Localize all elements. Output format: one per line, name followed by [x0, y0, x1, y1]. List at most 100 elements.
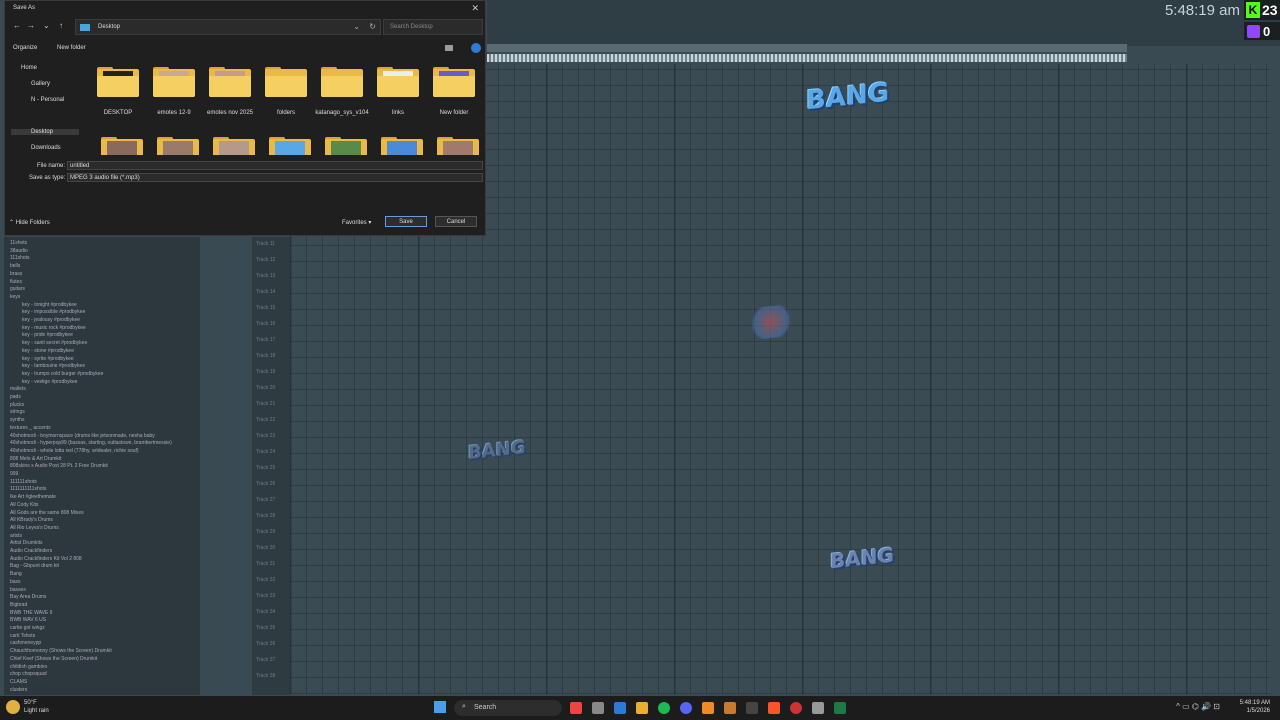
taskbar-search[interactable]: ⌕ Search	[454, 700, 562, 716]
browser-item[interactable]: 808 Melo & Art Drumkit	[10, 456, 61, 462]
excel-icon[interactable]	[834, 702, 846, 714]
browser-item[interactable]: Chauchhomonny (Shows the Screen) Drumkit	[10, 648, 112, 654]
favorites-button[interactable]: Favorites ▾	[342, 219, 371, 226]
browser-item[interactable]: 1111111111shots	[10, 486, 46, 492]
file-explorer-icon[interactable]	[636, 702, 648, 714]
browser-item[interactable]: Audio Crackfinders Kit Vol 2 808	[10, 556, 82, 562]
system-tray-icons[interactable]: ^ ▭ ⌬ 🔊 ⊡	[1176, 702, 1220, 711]
nav-item-onedrive[interactable]: N - Personal	[11, 97, 64, 103]
browser-item[interactable]: 40shotmodi - boymornspace (drums like je…	[10, 433, 155, 439]
browser-item[interactable]: key - pride #prodbykee	[22, 332, 73, 338]
track-label[interactable]: Track 24	[256, 449, 275, 455]
browser-item[interactable]: Bag - Gbpunt drum kit	[10, 563, 59, 569]
browser-item[interactable]: All Cody Kits	[10, 502, 38, 508]
track-label[interactable]: Track 13	[256, 273, 275, 279]
nav-item-home[interactable]: Home	[11, 65, 37, 71]
browser-item[interactable]: key - santi secret #prodbykee	[22, 340, 87, 346]
browser-item[interactable]: clusters	[10, 687, 27, 693]
browser-item[interactable]: All KBrady's Drums	[10, 517, 53, 523]
brave-icon[interactable]	[768, 702, 780, 714]
close-icon[interactable]: ✕	[471, 3, 479, 14]
browser-item[interactable]: CLAMS	[10, 679, 27, 685]
track-label[interactable]: Track 14	[256, 289, 275, 295]
folder-item[interactable]	[265, 67, 307, 97]
browser-item[interactable]: plucks	[10, 402, 24, 408]
track-label[interactable]: Track 31	[256, 561, 275, 567]
browser-item[interactable]: All Gods are the same 808 Mixes	[10, 510, 84, 516]
discord-icon[interactable]	[680, 702, 692, 714]
folder-item[interactable]	[209, 67, 251, 97]
browser-item[interactable]: 11shots	[10, 240, 27, 246]
track-label[interactable]: Track 30	[256, 545, 275, 551]
windows-start-icon[interactable]	[434, 701, 446, 713]
track-label[interactable]: Track 38	[256, 673, 275, 679]
browser-item[interactable]: key - syrite #prodbykee	[22, 356, 74, 362]
folder-item[interactable]	[381, 137, 423, 155]
browser-item[interactable]: 999	[10, 471, 18, 477]
browser-item[interactable]: 40shotmodi - whole lotta red (778hy, art…	[10, 448, 139, 454]
taskbar-clock[interactable]: 5:48:19 AM 1/5/2026	[1240, 699, 1270, 715]
browser-item[interactable]: Bigbrad	[10, 602, 27, 608]
hide-folders-toggle[interactable]: ⌃ Hide Folders	[9, 219, 50, 226]
fl-studio-icon[interactable]	[702, 702, 714, 714]
track-label[interactable]: Track 33	[256, 593, 275, 599]
track-label[interactable]: Track 15	[256, 305, 275, 311]
browser-item[interactable]: brass	[10, 271, 22, 277]
address-bar[interactable]: Desktop ⌄ ↻	[75, 19, 381, 35]
track-label[interactable]: Track 28	[256, 513, 275, 519]
save-button[interactable]: Save	[385, 216, 427, 227]
app-icon[interactable]	[724, 702, 736, 714]
view-icon[interactable]	[445, 45, 453, 51]
browser-item[interactable]: key - impossible #prodbykee	[22, 309, 85, 315]
track-label[interactable]: Track 12	[256, 257, 275, 263]
track-label[interactable]: Track 32	[256, 577, 275, 583]
browser-item[interactable]: key - tambouine #prodbykee	[22, 363, 85, 369]
nav-item-desktop[interactable]: Desktop	[11, 129, 79, 135]
nav-item-gallery[interactable]: Gallery	[11, 81, 50, 87]
browser-item[interactable]: childish gambino	[10, 664, 47, 670]
browser-item[interactable]: Audio Crackfinders	[10, 548, 52, 554]
browser-item[interactable]: bass	[10, 579, 21, 585]
browser-item[interactable]: textures _ accents	[10, 425, 51, 431]
task-view-icon[interactable]	[592, 702, 604, 714]
track-label[interactable]: Track 29	[256, 529, 275, 535]
browser-item[interactable]: cashmeneypp	[10, 640, 41, 646]
browser-item[interactable]: mallets	[10, 386, 26, 392]
edge-icon[interactable]	[614, 702, 626, 714]
refresh-icon[interactable]: ↻	[369, 22, 376, 31]
organize-button[interactable]: Organize	[13, 45, 37, 51]
cancel-button[interactable]: Cancel	[435, 216, 477, 227]
track-label[interactable]: Track 27	[256, 497, 275, 503]
forward-arrow-icon[interactable]: →	[27, 21, 35, 30]
browser-item[interactable]: key - music rock #prodbykee	[22, 325, 86, 331]
track-label[interactable]: Track 16	[256, 321, 275, 327]
browser-item[interactable]: pads	[10, 394, 21, 400]
new-folder-button[interactable]: New folder	[57, 45, 86, 51]
browser-item[interactable]: key - jealousy #prodbykee	[22, 317, 80, 323]
browser-item[interactable]: 111111shots	[10, 479, 37, 485]
track-label[interactable]: Track 18	[256, 353, 275, 359]
track-label[interactable]: Track 34	[256, 609, 275, 615]
browser-item[interactable]: key - vestige #prodbykee	[22, 379, 78, 385]
track-label[interactable]: Track 21	[256, 401, 275, 407]
weather-widget[interactable]: 50°F Light rain	[24, 699, 49, 715]
up-arrow-icon[interactable]: ↑	[59, 21, 63, 30]
chevron-down-icon[interactable]: ⌄	[43, 21, 50, 30]
track-label[interactable]: Track 23	[256, 433, 275, 439]
folder-item[interactable]	[153, 67, 195, 97]
settings-gear-icon[interactable]	[812, 702, 824, 714]
nav-item-downloads[interactable]: Downloads	[11, 145, 61, 151]
save-type-select[interactable]: MPEG 3 audio file (*.mp3)	[67, 173, 483, 182]
folder-item[interactable]	[321, 67, 363, 97]
browser-item[interactable]: Chief Keef (Shows the Screen) Drumkit	[10, 656, 97, 662]
browser-item[interactable]: keys	[10, 294, 20, 300]
browser-item[interactable]: synths	[10, 417, 24, 423]
browser-item[interactable]: carti Tshots	[10, 633, 35, 639]
track-label[interactable]: Track 35	[256, 625, 275, 631]
file-name-input[interactable]: untitled	[67, 161, 483, 170]
browser-item[interactable]: Bay Area Drums	[10, 594, 46, 600]
browser-item[interactable]: key - trumps cold burger #prodbykee	[22, 371, 103, 377]
browser-item[interactable]: Bang	[10, 571, 22, 577]
browser-item[interactable]: cartie got wingz	[10, 625, 45, 631]
browser-item[interactable]: chop chopsquad	[10, 671, 47, 677]
